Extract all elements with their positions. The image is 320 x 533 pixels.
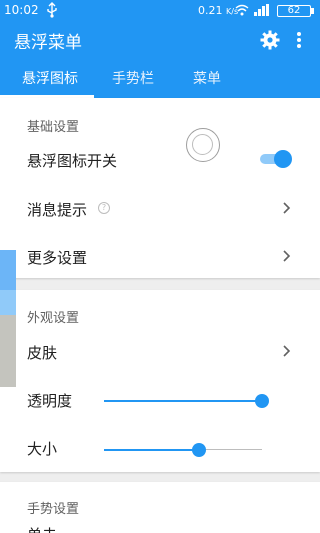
size-slider[interactable] bbox=[104, 442, 262, 458]
app-title: 悬浮菜单 bbox=[14, 33, 82, 53]
battery-indicator: 62 bbox=[277, 4, 317, 18]
network-speed: 0.21 K/s bbox=[198, 4, 239, 17]
edge-gesture-bar[interactable] bbox=[0, 250, 16, 290]
status-bar: 10:02 0.21 K/s 62 bbox=[0, 0, 320, 22]
edge-gesture-bar-segment[interactable] bbox=[0, 290, 16, 315]
chevron-right-icon bbox=[280, 343, 292, 359]
floating-ball[interactable] bbox=[186, 128, 220, 162]
slider-thumb[interactable] bbox=[192, 443, 206, 457]
basic-settings-card: 基础设置 悬浮图标开关 消息提示 ? 更多设置 bbox=[0, 98, 320, 278]
float-icon-switch-label: 悬浮图标开关 bbox=[27, 152, 118, 170]
section-title-gesture: 手势设置 bbox=[27, 502, 80, 517]
signal-icon bbox=[254, 4, 270, 16]
size-label: 大小 bbox=[27, 440, 58, 458]
chevron-right-icon bbox=[280, 248, 292, 264]
floating-ball-inner bbox=[192, 134, 213, 155]
tab-float-icon[interactable]: 悬浮图标 bbox=[14, 68, 86, 88]
help-icon[interactable]: ? bbox=[98, 202, 110, 214]
tab-bar: 悬浮图标 手势栏 菜单 bbox=[0, 58, 320, 98]
toggle-thumb bbox=[274, 150, 292, 168]
opacity-slider[interactable] bbox=[104, 393, 269, 409]
usb-icon bbox=[44, 2, 60, 21]
skin-label: 皮肤 bbox=[27, 344, 58, 362]
section-title-basic: 基础设置 bbox=[27, 120, 80, 135]
gesture-settings-card: 手势设置 单击 bbox=[0, 482, 320, 533]
battery-level: 62 bbox=[277, 5, 311, 17]
float-icon-toggle[interactable] bbox=[258, 149, 292, 169]
slider-thumb[interactable] bbox=[255, 394, 269, 408]
slider-fill bbox=[104, 400, 262, 402]
appearance-settings-card: 外观设置 皮肤 透明度 大小 bbox=[0, 290, 320, 472]
gear-icon[interactable] bbox=[260, 30, 280, 50]
tab-gesture-bar[interactable]: 手势栏 bbox=[100, 68, 166, 88]
more-settings-label: 更多设置 bbox=[27, 249, 88, 267]
slider-fill bbox=[104, 449, 199, 451]
status-time: 10:02 bbox=[4, 3, 39, 17]
tab-menu[interactable]: 菜单 bbox=[180, 68, 234, 88]
edge-gesture-bar-segment[interactable] bbox=[0, 315, 16, 387]
section-title-appearance: 外观设置 bbox=[27, 311, 80, 326]
chevron-right-icon bbox=[280, 200, 292, 216]
battery-tip bbox=[311, 8, 314, 14]
opacity-label: 透明度 bbox=[27, 392, 73, 410]
app-bar: 悬浮菜单 bbox=[0, 22, 320, 58]
wifi-icon bbox=[235, 3, 249, 17]
more-vert-icon[interactable] bbox=[293, 30, 305, 50]
single-tap-label[interactable]: 单击 bbox=[27, 524, 57, 533]
notifications-label: 消息提示 bbox=[27, 201, 88, 219]
